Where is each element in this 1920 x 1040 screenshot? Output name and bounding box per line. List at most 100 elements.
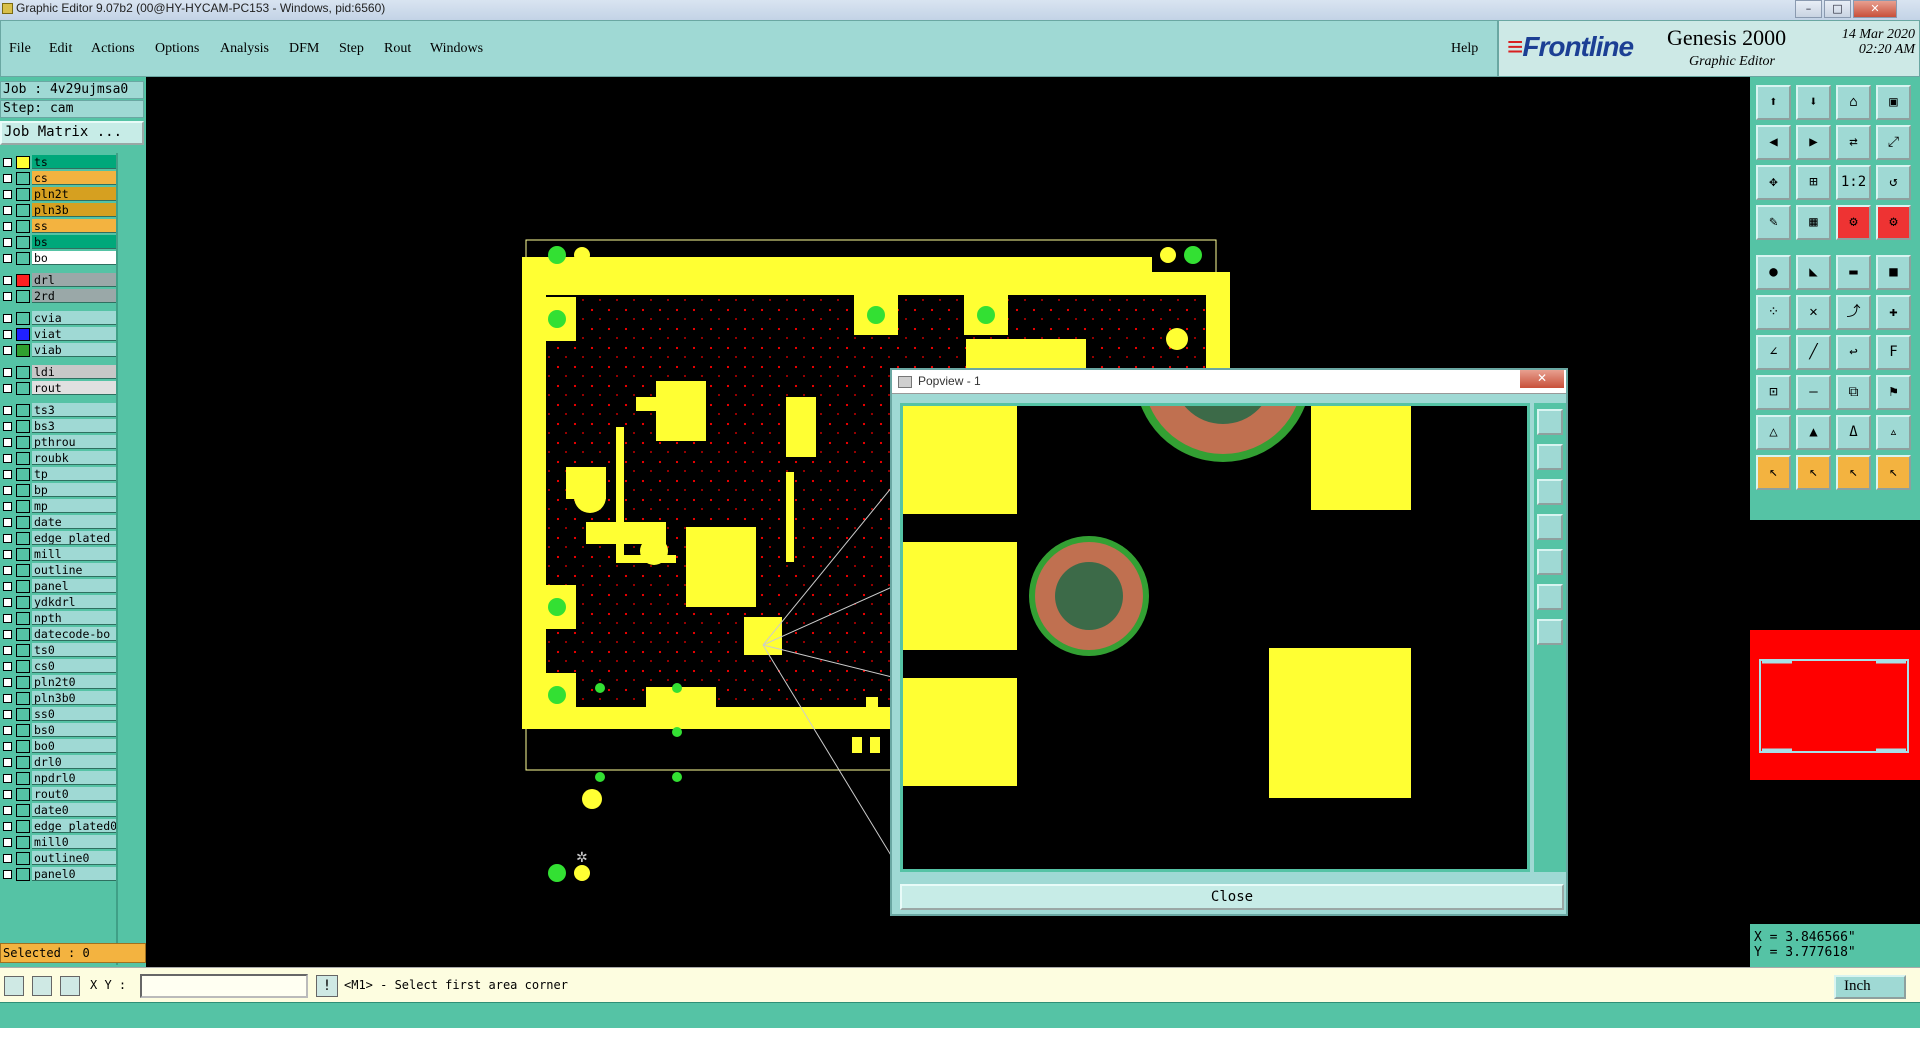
layer-checkbox[interactable] <box>3 254 12 263</box>
layer-color-swatch[interactable] <box>16 580 30 593</box>
layer-row[interactable]: tp <box>0 467 116 481</box>
layer-name[interactable]: roubk <box>32 451 116 465</box>
layer-color-swatch[interactable] <box>16 220 30 233</box>
layer-row[interactable]: pln2t0 <box>0 675 116 689</box>
pointer-icon[interactable]: ↖ <box>1756 455 1791 490</box>
tri3-icon[interactable]: Δ <box>1836 415 1871 450</box>
layer-checkbox[interactable] <box>3 314 12 323</box>
layer-name[interactable]: drl0 <box>32 755 116 769</box>
layer-name[interactable]: datecode-bo <box>32 627 116 641</box>
layer-checkbox[interactable] <box>3 854 12 863</box>
tri4-icon[interactable]: ▵ <box>1876 415 1911 450</box>
layer-color-swatch[interactable] <box>16 382 30 395</box>
layer-color-swatch[interactable] <box>16 344 30 357</box>
net-icon[interactable]: ⚙ <box>1836 205 1871 240</box>
layer-checkbox[interactable] <box>3 550 12 559</box>
layer-color-swatch[interactable] <box>16 328 30 341</box>
save-icon[interactable]: ⬇ <box>1796 85 1831 120</box>
layer-checkbox[interactable] <box>3 710 12 719</box>
layer-name[interactable]: viab <box>32 343 116 357</box>
connect-icon[interactable]: ⁘ <box>1756 295 1791 330</box>
layer-color-swatch[interactable] <box>16 436 30 449</box>
layer-row[interactable]: ydkdrl <box>0 595 116 609</box>
layer-row[interactable]: 2rd <box>0 289 116 303</box>
layer-row[interactable]: bo <box>0 251 116 265</box>
layer-checkbox[interactable] <box>3 384 12 393</box>
layer-row[interactable]: panel <box>0 579 116 593</box>
node-icon[interactable]: ✚ <box>1876 295 1911 330</box>
layer-color-swatch[interactable] <box>16 644 30 657</box>
slash-icon[interactable]: ╱ <box>1796 335 1831 370</box>
layer-color-swatch[interactable] <box>16 312 30 325</box>
pad2-icon[interactable]: ⊡ <box>1756 375 1791 410</box>
layer-name[interactable]: date <box>32 515 116 529</box>
menu-file[interactable]: File <box>9 41 31 57</box>
layer-color-swatch[interactable] <box>16 548 30 561</box>
layer-row[interactable]: outline0 <box>0 851 116 865</box>
dash-icon[interactable]: — <box>1796 375 1831 410</box>
layer-row[interactable]: roubk <box>0 451 116 465</box>
layer-name[interactable]: ss <box>32 219 116 233</box>
frame-icon[interactable]: ⧉ <box>1836 375 1871 410</box>
layer-color-swatch[interactable] <box>16 676 30 689</box>
layer-name[interactable]: outline0 <box>32 851 116 865</box>
layer-name[interactable]: pln2t0 <box>32 675 116 689</box>
xy-input[interactable] <box>140 974 308 998</box>
layer-checkbox[interactable] <box>3 870 12 879</box>
layer-row[interactable]: bo0 <box>0 739 116 753</box>
layer-checkbox[interactable] <box>3 406 12 415</box>
layer-row[interactable]: datecode-bo <box>0 627 116 641</box>
layer-name[interactable]: bs3 <box>32 419 116 433</box>
layer-color-swatch[interactable] <box>16 532 30 545</box>
diag-icon[interactable]: ∠ <box>1756 335 1791 370</box>
group-icon[interactable]: ⚑ <box>1876 375 1911 410</box>
layer-row[interactable]: drl <box>0 273 116 287</box>
layer-color-swatch[interactable] <box>16 500 30 513</box>
layer-checkbox[interactable] <box>3 806 12 815</box>
layer-name[interactable]: pln3b <box>32 203 116 217</box>
layer-row[interactable]: ss0 <box>0 707 116 721</box>
layer-color-swatch[interactable] <box>16 236 30 249</box>
layer-checkbox[interactable] <box>3 694 12 703</box>
close-window-button[interactable]: ✕ <box>1853 0 1897 18</box>
layer-checkbox[interactable] <box>3 238 12 247</box>
layer-name[interactable]: 2rd <box>32 289 116 303</box>
layer-checkbox[interactable] <box>3 206 12 215</box>
layer-name[interactable]: ts <box>32 155 116 169</box>
menu-step[interactable]: Step <box>339 41 364 57</box>
layer-name[interactable]: bo0 <box>32 739 116 753</box>
layer-checkbox[interactable] <box>3 470 12 479</box>
layer-row[interactable]: pln3b0 <box>0 691 116 705</box>
layer-checkbox[interactable] <box>3 790 12 799</box>
layer-row[interactable]: viab <box>0 343 116 357</box>
info-icon[interactable]: ! <box>316 975 338 997</box>
prev-icon[interactable]: ◀ <box>1756 125 1791 160</box>
tri-icon[interactable]: △ <box>1756 415 1791 450</box>
layer-name[interactable]: ts3 <box>32 403 116 417</box>
layer-color-swatch[interactable] <box>16 788 30 801</box>
layer-checkbox[interactable] <box>3 566 12 575</box>
layer-color-swatch[interactable] <box>16 692 30 705</box>
layer-row[interactable]: ldi <box>0 365 116 379</box>
menu-help[interactable]: Help <box>1451 41 1478 57</box>
layer-color-swatch[interactable] <box>16 772 30 785</box>
popview-save-icon[interactable] <box>1537 444 1563 470</box>
layer-color-swatch[interactable] <box>16 420 30 433</box>
layer-name[interactable]: ts0 <box>32 643 116 657</box>
layer-name[interactable]: ss0 <box>32 707 116 721</box>
layer-checkbox[interactable] <box>3 534 12 543</box>
layer-checkbox[interactable] <box>3 774 12 783</box>
layer-checkbox[interactable] <box>3 368 12 377</box>
next-icon[interactable]: ▶ <box>1796 125 1831 160</box>
layer-color-swatch[interactable] <box>16 172 30 185</box>
minimize-button[interactable]: – <box>1795 0 1822 18</box>
layer-row[interactable]: ss <box>0 219 116 233</box>
layer-row[interactable]: panel0 <box>0 867 116 881</box>
popview-prev-icon[interactable] <box>1537 514 1563 540</box>
layer-row[interactable]: mill <box>0 547 116 561</box>
job-matrix-button[interactable]: Job Matrix ... <box>0 121 144 145</box>
menu-dfm[interactable]: DFM <box>289 41 319 57</box>
layer-name[interactable]: pln2t <box>32 187 116 201</box>
layer-row[interactable]: outline <box>0 563 116 577</box>
grid-icon[interactable]: ▦ <box>1796 205 1831 240</box>
